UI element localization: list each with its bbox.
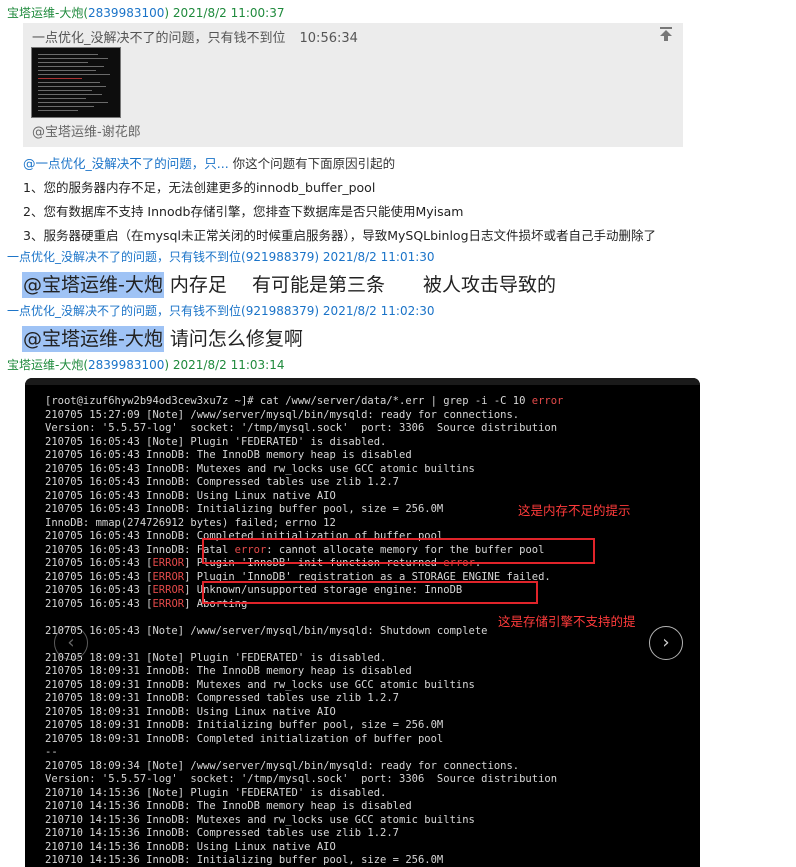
terminal-line: 210705 18:09:31 InnoDB: Mutexes and rw_l… [45,678,475,691]
terminal-line: Version: '5.5.57-log' socket: '/tmp/mysq… [45,422,558,434]
sender-name[interactable]: 一点优化_没解决不了的问题，只有钱不到位 [7,304,241,318]
annotation-note: 这是存储引擎不支持的提 [498,614,636,629]
terminal-line: 210705 18:09:31 [Note] Plugin 'FEDERATED… [45,651,387,664]
sender-qq-link[interactable]: 921988379 [246,304,315,318]
mention-tag[interactable]: @宝塔运维-大炮 [22,272,164,298]
chevron-left-icon: ‹ [67,632,75,653]
terminal-line: 210705 16:05:43 InnoDB: The InnoDB memor… [45,449,412,461]
screenshot-thumbnail[interactable] [31,47,121,118]
reason-item: 2、您有数据库不支持 Innodb存储引擎，您排查下数据库是否只能使用Myisa… [23,204,464,219]
terminal-line: 210705 18:09:31 InnoDB: Completed initia… [45,732,444,745]
reply-reference-link[interactable]: @一点优化_没解决不了的问题，只... [23,156,229,171]
terminal-line: [root@izuf6hyw2b94od3cew3xu7z ~]# cat /w… [45,395,564,407]
terminal-line: 210710 14:15:36 InnoDB: Using Linux nati… [45,840,336,853]
chevron-right-icon: › [662,632,670,653]
terminal-line: -- [45,746,58,758]
terminal-line: 210705 18:09:31 InnoDB: Using Linux nati… [45,705,336,718]
mention-tag[interactable]: @宝塔运维-大炮 [22,326,164,352]
terminal-line: 210705 18:09:31 InnoDB: The InnoDB memor… [45,665,412,677]
terminal-line: 210705 16:05:43 InnoDB: Initializing buf… [45,503,444,515]
terminal-line: 210705 18:09:31 InnoDB: Compressed table… [45,692,400,704]
annotation-note: 这是内存不足的提示 [518,503,631,518]
message-time: 2021/8/2 11:02:30 [322,304,435,318]
next-image-button[interactable]: › [649,626,683,660]
terminal-line: 210705 16:05:43 InnoDB: Using Linux nati… [45,489,336,502]
sender-qq-link[interactable]: 921988379 [246,250,315,264]
quoted-message[interactable]: 一点优化_没解决不了的问题，只有钱不到位 10:56:34 @宝塔运维-谢花郎 [23,23,683,147]
reason-item: 3、服务器硬重启（在mysql未正常关闭的时候重启服务器），导致MySQLbin… [23,228,657,243]
message-body: @宝塔运维-大炮 内存足 有可能是第三条 被人攻击导致的 [22,270,556,298]
message-text: 请问怎么修复啊 [169,328,303,350]
terminal-line: 210710 14:15:36 InnoDB: Compressed table… [45,827,400,839]
terminal-line: 210705 16:05:43 [Note] /www/server/mysql… [45,624,488,637]
reason-item: 1、您的服务器内存不足，无法创建更多的innodb_buffer_pool [23,180,376,195]
highlight-box [202,581,538,604]
terminal-line: 210705 16:05:43 [Note] Plugin 'FEDERATED… [45,435,387,448]
terminal-line: 210710 14:15:36 InnoDB: The InnoDB memor… [45,800,412,812]
message-header: 宝塔运维-大炮(2839983100) 2021/8/2 11:03:14 [7,358,285,372]
terminal-screenshot[interactable]: [root@izuf6hyw2b94od3cew3xu7z ~]# cat /w… [25,378,700,867]
terminal-line: 210705 15:27:09 [Note] /www/server/mysql… [45,408,520,421]
message-header: 一点优化_没解决不了的问题，只有钱不到位(921988379) 2021/8/2… [7,250,435,264]
message-header: 一点优化_没解决不了的问题，只有钱不到位(921988379) 2021/8/2… [7,304,435,318]
sender-name[interactable]: 一点优化_没解决不了的问题，只有钱不到位 [7,250,241,264]
message-time: 2021/8/2 11:00:37 [172,6,285,20]
terminal-line: Version: '5.5.57-log' socket: '/tmp/mysq… [45,773,558,785]
terminal-line: 210705 18:09:31 InnoDB: Initializing buf… [45,719,444,731]
quote-time: 10:56:34 [299,31,358,46]
screenshot-top-edge [25,378,700,385]
sender-qq-link[interactable]: 2839983100 [88,358,164,372]
message-time: 2021/8/2 11:01:30 [322,250,435,264]
terminal-line: 210710 14:15:36 [Note] Plugin 'FEDERATED… [45,786,387,799]
message-time: 2021/8/2 11:03:14 [172,358,285,372]
quote-text: 一点优化_没解决不了的问题，只有钱不到位 [32,31,286,46]
sender-qq-link[interactable]: 2839983100 [88,6,164,20]
message-header: 宝塔运维-大炮(2839983100) 2021/8/2 11:00:37 [7,6,285,20]
terminal-line: 210710 14:15:36 InnoDB: Mutexes and rw_l… [45,813,475,826]
sender-name[interactable]: 宝塔运维-大炮 [7,6,83,20]
highlight-box [202,538,595,564]
terminal-line: 210710 14:15:36 InnoDB: Initializing buf… [45,854,444,866]
message-body: @宝塔运维-大炮 请问怎么修复啊 [22,324,303,352]
pin-top-icon[interactable] [659,27,673,41]
terminal-line: 210705 16:05:43 InnoDB: Mutexes and rw_l… [45,462,475,475]
reply-line: @一点优化_没解决不了的问题，只... 你这个问题有下面原因引起的 [23,153,395,172]
terminal-line: 210705 18:09:34 [Note] /www/server/mysql… [45,759,520,772]
sender-name[interactable]: 宝塔运维-大炮 [7,358,83,372]
message-text: 内存足 有可能是第三条 被人攻击导致的 [169,274,556,296]
terminal-line: 210705 16:05:43 InnoDB: Compressed table… [45,476,400,488]
reply-text: 你这个问题有下面原因引起的 [232,156,396,171]
terminal-output: [root@izuf6hyw2b94od3cew3xu7z ~]# cat /w… [45,395,563,867]
prev-image-button[interactable]: ‹ [54,626,88,660]
terminal-line: InnoDB: mmap(274726912 bytes) failed; er… [45,516,336,529]
quote-text-row: 一点优化_没解决不了的问题，只有钱不到位 10:56:34 [32,27,358,46]
quote-author[interactable]: @宝塔运维-谢花郎 [32,121,141,140]
